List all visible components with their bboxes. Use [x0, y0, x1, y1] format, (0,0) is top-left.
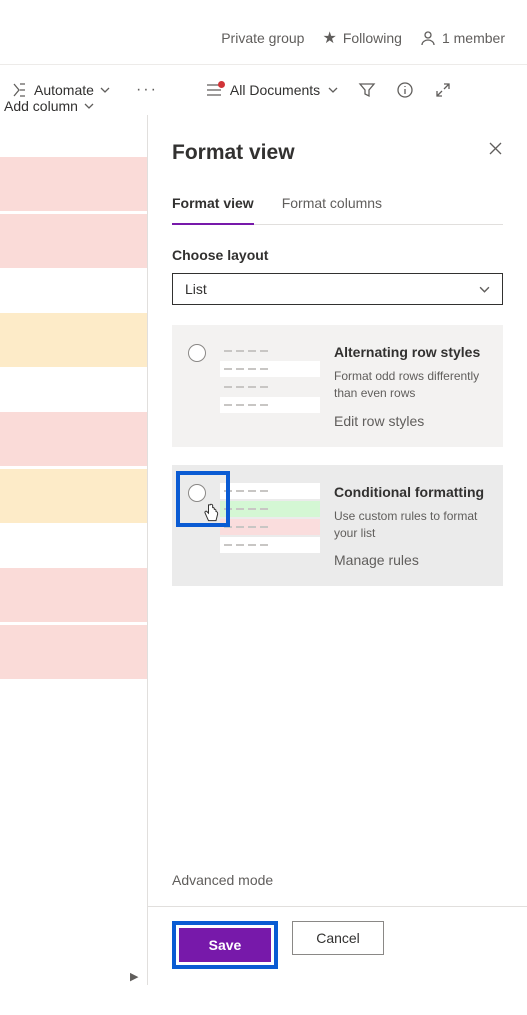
add-column-label: Add column	[4, 98, 78, 114]
tab-format-view[interactable]: Format view	[172, 195, 254, 225]
advanced-mode-link[interactable]: Advanced mode	[172, 872, 503, 888]
list-column: Add column ▶	[0, 115, 148, 985]
chevron-down-icon	[479, 284, 490, 295]
members-item[interactable]: 1 member	[420, 30, 505, 46]
close-button[interactable]	[488, 141, 503, 156]
table-row[interactable]	[0, 625, 147, 679]
cancel-button[interactable]: Cancel	[292, 921, 384, 955]
table-row[interactable]	[0, 568, 147, 622]
panel-title: Format view	[172, 141, 295, 165]
card-conditional-desc: Use custom rules to format your list	[334, 508, 487, 543]
card-conditional-title: Conditional formatting	[334, 483, 487, 502]
tutorial-highlight-save: Save	[172, 921, 278, 969]
add-column-button[interactable]: Add column	[2, 84, 94, 128]
alternating-preview	[220, 343, 320, 429]
card-alternating-rows[interactable]: Alternating row styles Format odd rows d…	[172, 325, 503, 447]
info-icon[interactable]	[396, 81, 414, 99]
star-icon: ★	[322, 28, 336, 48]
table-row[interactable]	[0, 313, 147, 367]
layout-dropdown[interactable]: List	[172, 273, 503, 305]
person-icon	[420, 30, 436, 46]
card-conditional-formatting[interactable]: Conditional formatting Use custom rules …	[172, 465, 503, 587]
panel-tabs: Format view Format columns	[172, 195, 503, 225]
choose-layout-label: Choose layout	[172, 247, 503, 263]
table-row[interactable]	[0, 412, 147, 466]
panel-footer: Save Cancel	[148, 906, 527, 969]
chevron-down-icon	[328, 85, 338, 95]
badge-dot	[218, 81, 225, 88]
edit-row-styles-link[interactable]: Edit row styles	[334, 413, 487, 429]
views-label: All Documents	[230, 82, 320, 98]
conditional-preview	[220, 483, 320, 569]
card-alternating-desc: Format odd rows differently than even ro…	[334, 368, 487, 403]
tutorial-highlight	[176, 471, 230, 527]
chevron-down-icon	[84, 101, 94, 111]
scroll-arrow-icon[interactable]: ▶	[130, 970, 138, 983]
following-label: Following	[343, 30, 402, 46]
radio-alternating[interactable]	[188, 344, 206, 362]
expand-icon[interactable]	[434, 81, 452, 99]
group-label: Private group	[221, 30, 304, 46]
layout-value: List	[185, 281, 207, 297]
table-row[interactable]	[0, 214, 147, 268]
more-button[interactable]: ···	[128, 81, 166, 99]
save-button[interactable]: Save	[179, 928, 271, 962]
format-view-panel: Format view Format view Format columns C…	[148, 115, 527, 985]
tab-format-columns[interactable]: Format columns	[282, 195, 382, 224]
filter-icon[interactable]	[358, 81, 376, 99]
views-dropdown[interactable]: All Documents	[204, 82, 338, 98]
chevron-down-icon	[100, 85, 110, 95]
card-alternating-title: Alternating row styles	[334, 343, 487, 362]
manage-rules-link[interactable]: Manage rules	[334, 552, 487, 568]
table-row[interactable]	[0, 469, 147, 523]
table-row[interactable]	[0, 157, 147, 211]
following-item[interactable]: ★ Following	[322, 28, 401, 48]
close-icon	[488, 141, 503, 156]
page-header: Private group ★ Following 1 member	[0, 0, 527, 64]
members-label: 1 member	[442, 30, 505, 46]
